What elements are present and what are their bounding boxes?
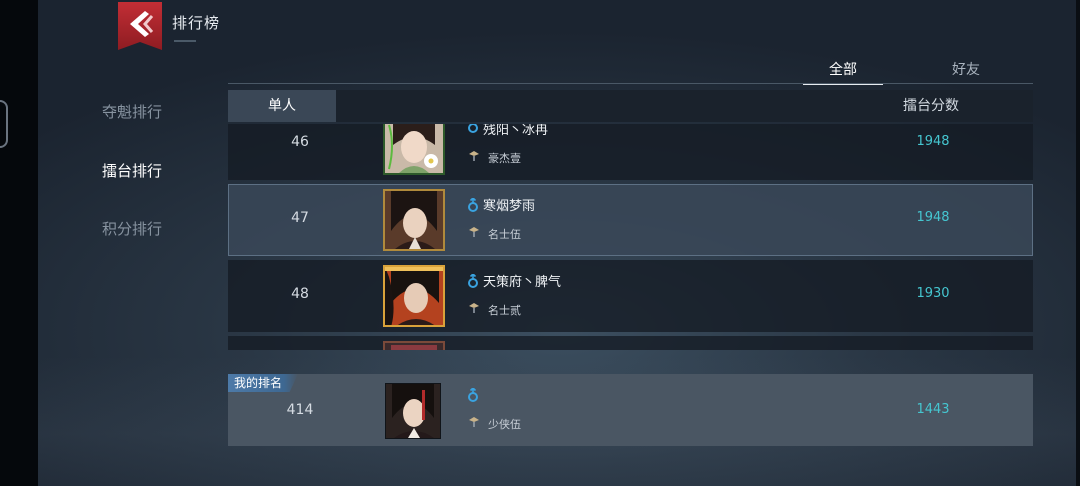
score-value: 1930 bbox=[916, 286, 950, 301]
score-value: 1948 bbox=[916, 210, 950, 225]
female-symbol-icon bbox=[468, 124, 478, 133]
sidebar-item-jifen[interactable]: 积分排行 bbox=[82, 212, 182, 246]
title-rank-icon bbox=[469, 417, 479, 427]
tab-single[interactable]: 单人 bbox=[228, 90, 336, 122]
male-symbol-icon bbox=[468, 274, 478, 288]
my-avatar bbox=[385, 383, 441, 439]
title-rank-icon bbox=[469, 227, 479, 237]
player-name: 寒烟梦雨 bbox=[483, 199, 536, 214]
player-title: 名士贰 bbox=[488, 304, 521, 317]
title-rank-icon bbox=[469, 151, 479, 161]
table-row[interactable]: 46 残阳丶冰冉 豪杰壹 1948 bbox=[228, 124, 1033, 180]
player-name: 宸浔 bbox=[483, 347, 509, 350]
back-chevron-icon bbox=[118, 2, 162, 50]
tab-friends[interactable]: 好友 bbox=[926, 58, 1006, 82]
my-rank-number: 414 bbox=[286, 402, 314, 418]
my-rank-badge: 我的排名 bbox=[228, 374, 299, 392]
screen-bezel-right bbox=[1076, 0, 1080, 486]
ranking-list[interactable]: 46 残阳丶冰冉 豪杰壹 1948 47 寒烟梦雨 名士伍 1948 48 天策… bbox=[228, 124, 1033, 350]
player-name: 天策府丶脾气 bbox=[483, 275, 562, 290]
player-title: 名士伍 bbox=[488, 228, 521, 241]
player-title: 豪杰壹 bbox=[488, 152, 521, 165]
table-header: 单人 擂台分数 bbox=[228, 90, 1033, 122]
my-score-value: 1443 bbox=[916, 402, 950, 417]
score-column-header: 擂台分数 bbox=[903, 98, 959, 114]
player-name: 残阳丶冰冉 bbox=[483, 124, 549, 138]
page-title: 排行榜 bbox=[172, 14, 221, 32]
rank-number: 46 bbox=[291, 134, 309, 150]
sidebar-item-duokui[interactable]: 夺魁排行 bbox=[82, 95, 182, 129]
bezel-notch bbox=[0, 100, 8, 148]
male-symbol-icon bbox=[468, 388, 478, 402]
avatar bbox=[383, 189, 445, 251]
table-row[interactable]: 47 寒烟梦雨 名士伍 1948 bbox=[228, 184, 1033, 256]
rank-number: 47 bbox=[291, 210, 309, 226]
screen-bezel-left bbox=[0, 0, 38, 486]
divider bbox=[228, 83, 1033, 84]
male-symbol-icon bbox=[468, 198, 478, 212]
my-rank-row: 我的排名 414 少侠伍 1443 bbox=[228, 374, 1033, 446]
score-value: 1948 bbox=[916, 134, 950, 149]
table-row[interactable]: 48 天策府丶脾气 名士贰 1930 bbox=[228, 260, 1033, 332]
back-button[interactable] bbox=[118, 2, 162, 50]
title-underline bbox=[174, 40, 196, 42]
my-player-title: 少侠伍 bbox=[488, 418, 521, 431]
avatar bbox=[383, 341, 445, 350]
avatar bbox=[383, 124, 445, 175]
title-rank-icon bbox=[469, 303, 479, 313]
table-row[interactable]: 宸浔 bbox=[228, 336, 1033, 350]
rank-number: 48 bbox=[291, 286, 309, 302]
sidebar-item-leitai[interactable]: 擂台排行 bbox=[52, 154, 212, 188]
avatar bbox=[383, 265, 445, 327]
tab-all[interactable]: 全部 bbox=[803, 58, 883, 85]
